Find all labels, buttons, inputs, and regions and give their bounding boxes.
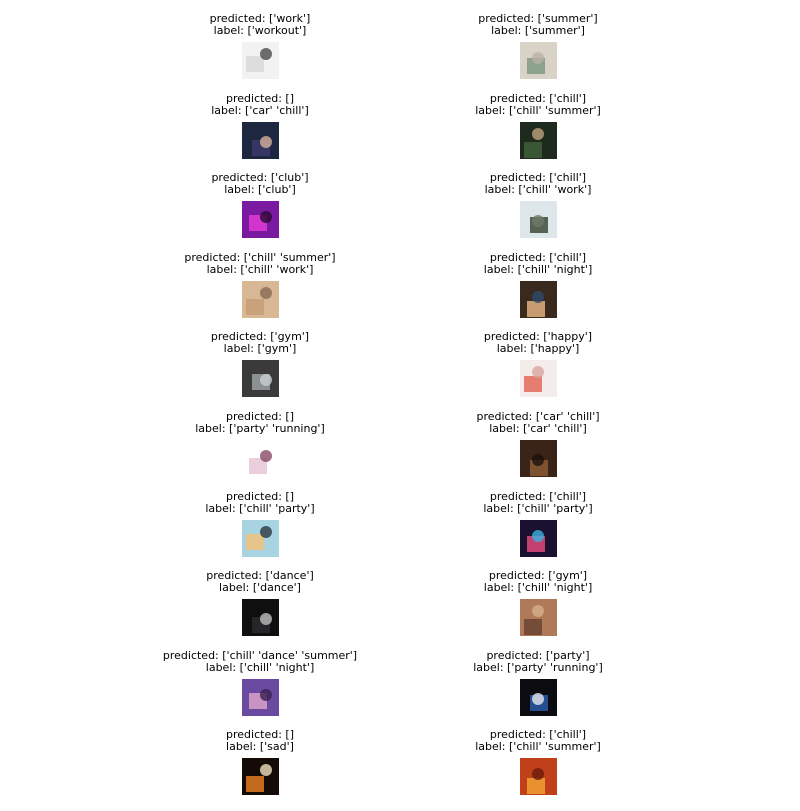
grid-cell: predicted: ['work'] label: ['workout'] bbox=[100, 0, 420, 80]
thumbnail-image bbox=[242, 678, 279, 716]
label-caption: label: ['car' 'chill'] bbox=[489, 422, 587, 435]
thumbnail-image bbox=[520, 121, 557, 159]
label-caption: label: ['party' 'running'] bbox=[473, 660, 603, 674]
grid-cell: predicted: ['dance'] label: ['dance'] bbox=[100, 557, 420, 637]
grid-cell: predicted: ['chill' 'summer'] label: ['ch… bbox=[100, 239, 420, 319]
label-caption: label: ['party' 'running'] bbox=[195, 422, 325, 435]
grid-cell: predicted: ['chill' 'dance' 'summer'] lab… bbox=[100, 637, 420, 717]
grid-cell: predicted: ['chill'] label: ['chill' 'nig… bbox=[378, 239, 698, 319]
thumbnail-image bbox=[242, 519, 279, 557]
grid-cell: predicted: ['summer'] label: ['summer'] bbox=[378, 0, 698, 80]
image-grid-figure: predicted: ['work'] label: ['workout'] pre… bbox=[0, 0, 800, 811]
thumbnail-image bbox=[242, 440, 279, 477]
grid-cell: predicted: ['happy'] label: ['happy'] bbox=[378, 318, 698, 398]
thumbnail-image bbox=[520, 440, 557, 477]
grid-cell: predicted: ['gym'] label: ['chill' 'night… bbox=[378, 557, 698, 637]
grid-cell: predicted: ['gym'] label: ['gym'] bbox=[100, 318, 420, 398]
predicted-caption: predicted: [] bbox=[226, 91, 294, 105]
predicted-caption: predicted: ['chill'] bbox=[489, 250, 587, 264]
label-caption: label: ['happy'] bbox=[496, 342, 580, 356]
grid-cell: predicted: ['chill'] label: ['chill' 'wor… bbox=[378, 159, 698, 239]
label-caption: label: ['summer'] bbox=[491, 24, 585, 37]
predicted-caption: predicted: ['chill' 'dance' 'summer'] bbox=[162, 648, 358, 662]
predicted-caption: predicted: ['party'] bbox=[486, 648, 590, 662]
thumbnail-image bbox=[242, 280, 279, 318]
grid-cell: predicted: ['chill'] label: ['chill' 'par… bbox=[378, 478, 698, 558]
grid-cell: predicted: ['car' 'chill'] label: ['car' … bbox=[378, 398, 698, 478]
label-caption: label: ['chill' 'night'] bbox=[483, 581, 593, 595]
thumbnail-image bbox=[242, 758, 279, 796]
thumbnail-image bbox=[520, 758, 557, 796]
grid-cell: predicted: [] label: ['chill' 'party'] bbox=[100, 478, 420, 558]
thumbnail-image bbox=[520, 201, 557, 239]
thumbnail-image bbox=[242, 201, 279, 239]
label-caption: label: ['workout'] bbox=[213, 24, 307, 37]
label-caption: label: ['gym'] bbox=[223, 342, 297, 356]
label-caption: label: ['chill' 'work'] bbox=[206, 262, 314, 276]
thumbnail-image bbox=[520, 678, 557, 716]
predicted-caption: predicted: ['chill'] bbox=[489, 489, 587, 503]
label-caption: label: ['sad'] bbox=[226, 740, 294, 754]
thumbnail-image bbox=[520, 599, 557, 637]
label-caption: label: ['chill' 'work'] bbox=[484, 183, 592, 197]
label-caption: label: ['dance'] bbox=[219, 581, 301, 595]
grid-cell: predicted: [] label: ['sad'] bbox=[100, 716, 420, 796]
label-caption: label: ['chill' 'party'] bbox=[483, 501, 593, 515]
predicted-caption: predicted: [] bbox=[226, 489, 294, 503]
thumbnail-image bbox=[520, 42, 557, 79]
thumbnail-image bbox=[520, 280, 557, 318]
thumbnail-image bbox=[520, 519, 557, 557]
label-caption: label: ['chill' 'summer'] bbox=[475, 740, 601, 754]
predicted-caption: predicted: ['chill' 'summer'] bbox=[184, 250, 336, 264]
grid-cell: predicted: ['chill'] label: ['chill' 'sum… bbox=[378, 716, 698, 796]
thumbnail-image bbox=[242, 599, 279, 637]
label-caption: label: ['club'] bbox=[224, 183, 296, 197]
label-caption: label: ['chill' 'night'] bbox=[483, 262, 593, 276]
label-caption: label: ['chill' 'summer'] bbox=[475, 103, 601, 117]
grid-cell: predicted: ['party'] label: ['party' 'run… bbox=[378, 637, 698, 717]
grid-cell: predicted: ['chill'] label: ['chill' 'sum… bbox=[378, 80, 698, 160]
thumbnail-image bbox=[242, 42, 279, 79]
grid-cell: predicted: ['club'] label: ['club'] bbox=[100, 159, 420, 239]
grid-cell: predicted: [] label: ['party' 'running'] bbox=[100, 398, 420, 478]
grid-cell: predicted: [] label: ['car' 'chill'] bbox=[100, 80, 420, 160]
predicted-caption: predicted: ['chill'] bbox=[489, 91, 587, 105]
thumbnail-image bbox=[242, 360, 279, 398]
label-caption: label: ['chill' 'night'] bbox=[205, 660, 315, 674]
label-caption: label: ['chill' 'party'] bbox=[205, 501, 315, 515]
thumbnail-image bbox=[520, 360, 557, 398]
label-caption: label: ['car' 'chill'] bbox=[211, 103, 309, 117]
thumbnail-image bbox=[242, 121, 279, 159]
